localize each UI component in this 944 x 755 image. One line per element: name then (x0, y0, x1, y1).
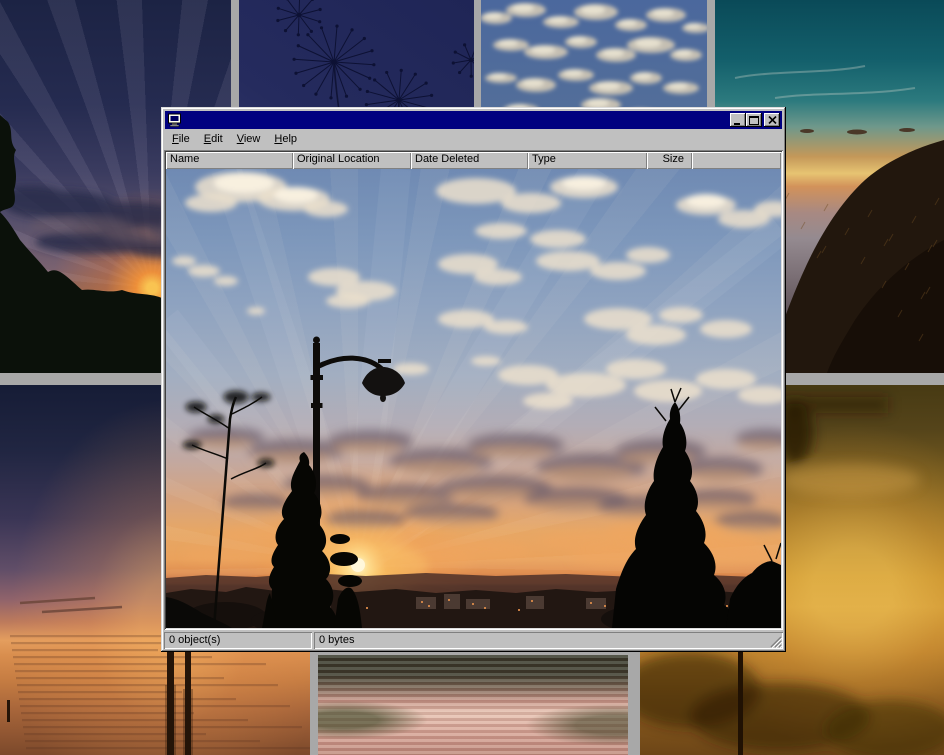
sunset-lamp-photo (166, 169, 781, 628)
status-object-count: 0 object(s) (164, 632, 312, 649)
file-list-view[interactable]: NameOriginal LocationDate DeletedTypeSiz… (164, 150, 783, 630)
status-byte-count: 0 bytes (314, 632, 783, 649)
maximize-button[interactable] (746, 113, 762, 127)
status-bar: 0 object(s) 0 bytes (164, 632, 783, 649)
column-header-original-location[interactable]: Original Location (293, 152, 411, 169)
titlebar-buttons (730, 113, 780, 127)
column-header-date-deleted[interactable]: Date Deleted (411, 152, 528, 169)
column-header-row: NameOriginal LocationDate DeletedTypeSiz… (166, 152, 781, 169)
wallpaper-photo-water-reflections (318, 655, 628, 755)
column-header-type[interactable]: Type (528, 152, 647, 169)
maximize-icon (749, 116, 759, 125)
minimize-button[interactable] (730, 113, 746, 127)
minimize-icon (734, 123, 740, 125)
menu-edit[interactable]: Edit (197, 131, 230, 148)
menu-file[interactable]: File (165, 131, 197, 148)
menu-help[interactable]: Help (267, 131, 304, 148)
list-background-photo (166, 169, 781, 628)
recycle-bin-window: FileEditViewHelp NameOriginal LocationDa… (161, 107, 786, 652)
window-titlebar[interactable] (165, 111, 782, 129)
column-header-name[interactable]: Name (166, 152, 293, 169)
menu-bar: FileEditViewHelp (164, 129, 783, 150)
close-icon (768, 116, 777, 124)
column-header-blank[interactable] (692, 152, 781, 169)
desktop: FileEditViewHelp NameOriginal LocationDa… (0, 0, 944, 755)
close-button[interactable] (764, 113, 780, 127)
column-header-size[interactable]: Size (647, 152, 692, 169)
computer-icon (167, 113, 183, 127)
menu-view[interactable]: View (230, 131, 268, 148)
resize-grip[interactable] (769, 635, 782, 648)
